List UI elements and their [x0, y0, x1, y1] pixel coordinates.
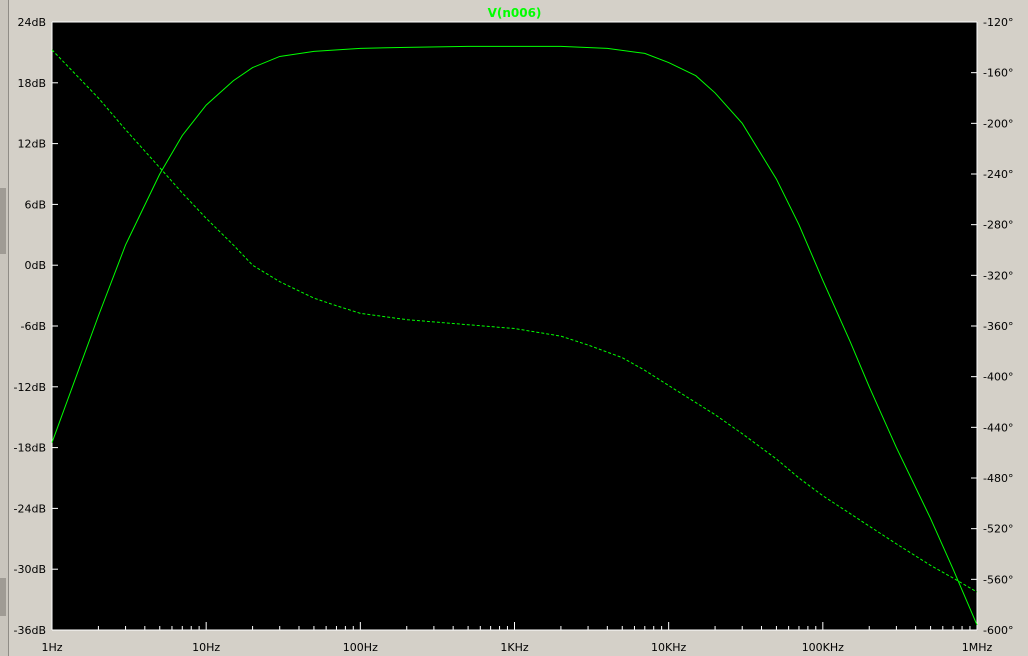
y-left-tick-label: -30dB: [14, 563, 47, 576]
x-tick-label: 1KHz: [500, 641, 528, 654]
y-left-tick-label: 24dB: [17, 16, 46, 29]
y-right-tick-label: -280°: [983, 219, 1013, 232]
x-tick-label: 10KHz: [651, 641, 686, 654]
y-right-tick-label: -200°: [983, 117, 1013, 130]
bode-plot: V(n006) 24dB 18dB 12dB 6dB 0dB -6dB -12dB -18dB -…: [14, 6, 1014, 654]
y-right-tick-label: -120°: [983, 16, 1013, 29]
y-right-tick-label: -160°: [983, 67, 1013, 80]
chart-title: V(n006): [488, 6, 542, 20]
y-right-tick-label: -240°: [983, 168, 1013, 181]
plot-window: V(n006) 24dB 18dB 12dB 6dB 0dB -6dB -12dB -18dB -…: [0, 0, 1028, 656]
x-tick-label: 1Hz: [41, 641, 62, 654]
y-left-tick-label: -18dB: [14, 442, 47, 455]
y-right-tick-label: -600°: [983, 624, 1013, 637]
y-right-tick-label: -320°: [983, 269, 1013, 282]
y-right-tick-label: -400°: [983, 371, 1013, 384]
x-tick-label: 10Hz: [192, 641, 220, 654]
y-right-tick-label: -560°: [983, 573, 1013, 586]
x-tick-label: 100Hz: [343, 641, 378, 654]
x-tick-label: 100KHz: [802, 641, 844, 654]
y-left-tick-label: -36dB: [14, 624, 47, 637]
y-left-tick-label: 12dB: [17, 138, 46, 151]
y-left-tick-label: -6dB: [21, 320, 47, 333]
y-left-tick-label: -24dB: [14, 502, 47, 515]
y-right-tick-label: -360°: [983, 320, 1013, 333]
y-left-tick-label: 18dB: [17, 77, 46, 90]
y-left-tick-label: -12dB: [14, 381, 47, 394]
y-right-tick-label: -440°: [983, 421, 1013, 434]
y-right-tick-label: -520°: [983, 523, 1013, 536]
plot-area: [52, 22, 977, 630]
y-left-tick-label: 6dB: [24, 198, 46, 211]
y-right-tick-label: -480°: [983, 472, 1013, 485]
y-left-tick-label: 0dB: [24, 259, 46, 272]
x-tick-label: 1MHz: [962, 641, 993, 654]
